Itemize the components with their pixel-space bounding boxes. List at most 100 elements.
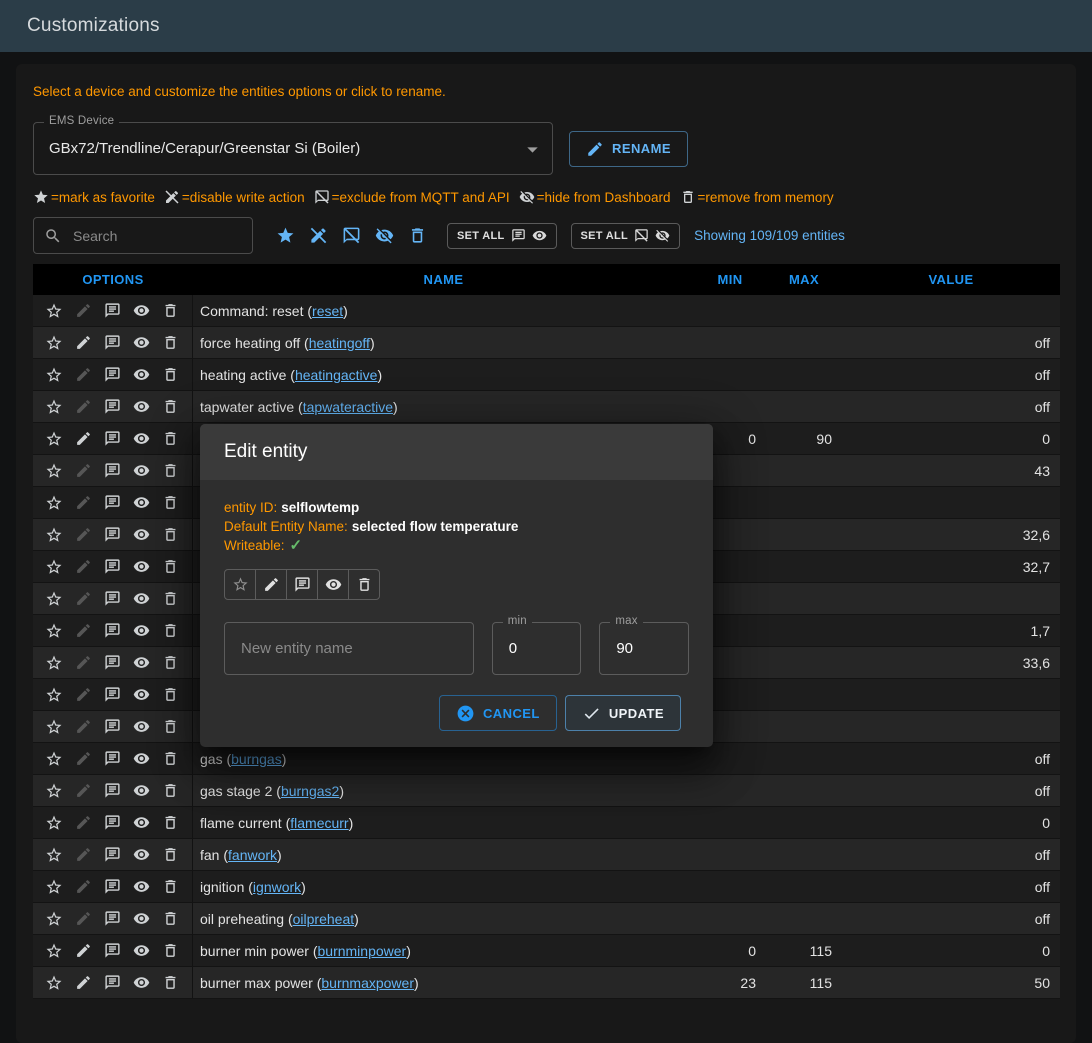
row-edit-icon[interactable] (75, 398, 92, 415)
row-visibility-icon[interactable] (133, 878, 150, 895)
row-exclude-mqtt-icon[interactable] (104, 718, 121, 735)
row-edit-icon[interactable] (75, 846, 92, 863)
toggle-remove-memory-button[interactable] (348, 569, 380, 600)
row-visibility-icon[interactable] (133, 814, 150, 831)
row-edit-icon[interactable] (75, 942, 92, 959)
row-edit-icon[interactable] (75, 878, 92, 895)
row-exclude-mqtt-icon[interactable] (104, 846, 121, 863)
filter-exclude-mqtt-button[interactable] (342, 226, 361, 245)
row-favorite-icon[interactable] (45, 750, 63, 768)
toggle-hide-dashboard-button[interactable] (317, 569, 349, 600)
row-delete-icon[interactable] (162, 942, 179, 959)
row-visibility-icon[interactable] (133, 622, 150, 639)
row-edit-icon[interactable] (75, 654, 92, 671)
row-delete-icon[interactable] (162, 430, 179, 447)
entity-shortname-link[interactable]: burnmaxpower (321, 975, 414, 991)
row-visibility-icon[interactable] (133, 942, 150, 959)
row-exclude-mqtt-icon[interactable] (104, 942, 121, 959)
filter-favorite-button[interactable] (276, 226, 295, 245)
rename-button[interactable]: RENAME (569, 131, 688, 167)
row-exclude-mqtt-icon[interactable] (104, 430, 121, 447)
row-delete-icon[interactable] (162, 334, 179, 351)
row-visibility-icon[interactable] (133, 334, 150, 351)
row-edit-icon[interactable] (75, 430, 92, 447)
row-visibility-icon[interactable] (133, 590, 150, 607)
toggle-favorite-button[interactable] (224, 569, 256, 600)
row-favorite-icon[interactable] (45, 526, 63, 544)
row-favorite-icon[interactable] (45, 494, 63, 512)
search-input[interactable] (71, 227, 242, 245)
row-visibility-icon[interactable] (133, 366, 150, 383)
row-visibility-icon[interactable] (133, 526, 150, 543)
entity-shortname-link[interactable]: burngas (231, 751, 282, 767)
row-visibility-icon[interactable] (133, 782, 150, 799)
row-visibility-icon[interactable] (133, 398, 150, 415)
row-visibility-icon[interactable] (133, 718, 150, 735)
row-favorite-icon[interactable] (45, 718, 63, 736)
row-delete-icon[interactable] (162, 558, 179, 575)
row-delete-icon[interactable] (162, 782, 179, 799)
row-edit-icon[interactable] (75, 814, 92, 831)
entity-shortname-link[interactable]: burnminpower (318, 943, 407, 959)
row-edit-icon[interactable] (75, 686, 92, 703)
entity-shortname-link[interactable]: ignwork (253, 879, 301, 895)
filter-disable-write-button[interactable] (309, 226, 328, 245)
row-edit-icon[interactable] (75, 526, 92, 543)
row-edit-icon[interactable] (75, 622, 92, 639)
row-edit-icon[interactable] (75, 590, 92, 607)
row-exclude-mqtt-icon[interactable] (104, 398, 121, 415)
row-visibility-icon[interactable] (133, 974, 150, 991)
row-visibility-icon[interactable] (133, 462, 150, 479)
min-input[interactable] (507, 639, 567, 658)
filter-hide-dashboard-button[interactable] (375, 226, 394, 245)
row-exclude-mqtt-icon[interactable] (104, 974, 121, 991)
row-edit-icon[interactable] (75, 910, 92, 927)
row-favorite-icon[interactable] (45, 590, 63, 608)
row-delete-icon[interactable] (162, 302, 179, 319)
ems-device-select[interactable]: EMS Device GBx72/Trendline/Cerapur/Green… (33, 122, 553, 175)
row-favorite-icon[interactable] (45, 558, 63, 576)
row-favorite-icon[interactable] (45, 462, 63, 480)
row-exclude-mqtt-icon[interactable] (104, 366, 121, 383)
entity-shortname-link[interactable]: oilpreheat (293, 911, 355, 927)
row-visibility-icon[interactable] (133, 558, 150, 575)
row-delete-icon[interactable] (162, 910, 179, 927)
row-exclude-mqtt-icon[interactable] (104, 910, 121, 927)
row-edit-icon[interactable] (75, 334, 92, 351)
max-input[interactable] (614, 639, 674, 658)
row-visibility-icon[interactable] (133, 302, 150, 319)
row-delete-icon[interactable] (162, 366, 179, 383)
row-exclude-mqtt-icon[interactable] (104, 462, 121, 479)
row-delete-icon[interactable] (162, 846, 179, 863)
row-edit-icon[interactable] (75, 558, 92, 575)
filter-remove-memory-button[interactable] (408, 226, 427, 245)
row-favorite-icon[interactable] (45, 622, 63, 640)
row-favorite-icon[interactable] (45, 782, 63, 800)
entity-shortname-link[interactable]: fanwork (228, 847, 277, 863)
row-edit-icon[interactable] (75, 750, 92, 767)
row-edit-icon[interactable] (75, 366, 92, 383)
row-delete-icon[interactable] (162, 398, 179, 415)
set-all-off-button[interactable]: SET ALL (571, 223, 681, 249)
row-visibility-icon[interactable] (133, 430, 150, 447)
row-favorite-icon[interactable] (45, 814, 63, 832)
row-exclude-mqtt-icon[interactable] (104, 558, 121, 575)
row-visibility-icon[interactable] (133, 750, 150, 767)
row-favorite-icon[interactable] (45, 398, 63, 416)
row-exclude-mqtt-icon[interactable] (104, 878, 121, 895)
row-exclude-mqtt-icon[interactable] (104, 622, 121, 639)
entity-shortname-link[interactable]: reset (312, 303, 343, 319)
row-exclude-mqtt-icon[interactable] (104, 526, 121, 543)
row-delete-icon[interactable] (162, 718, 179, 735)
row-favorite-icon[interactable] (45, 942, 63, 960)
row-exclude-mqtt-icon[interactable] (104, 654, 121, 671)
row-edit-icon[interactable] (75, 718, 92, 735)
row-exclude-mqtt-icon[interactable] (104, 494, 121, 511)
row-edit-icon[interactable] (75, 302, 92, 319)
row-exclude-mqtt-icon[interactable] (104, 686, 121, 703)
set-all-on-button[interactable]: SET ALL (447, 223, 557, 249)
row-visibility-icon[interactable] (133, 686, 150, 703)
row-visibility-icon[interactable] (133, 494, 150, 511)
row-favorite-icon[interactable] (45, 366, 63, 384)
cancel-button[interactable]: CANCEL (439, 695, 557, 731)
